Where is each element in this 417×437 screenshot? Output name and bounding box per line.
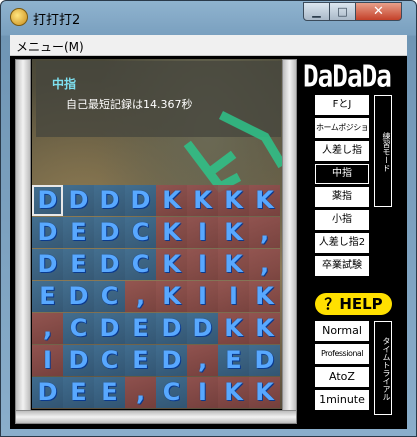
- letter-cell: E: [32, 281, 63, 312]
- letter-cell: D: [32, 217, 63, 248]
- letter-cell: I: [187, 249, 218, 280]
- menu-bar: メニュー(M): [10, 35, 407, 56]
- mode-button[interactable]: 卒業試験: [315, 256, 369, 276]
- letter-cell: ,: [249, 249, 280, 280]
- mode-button[interactable]: 人差し指2: [315, 233, 369, 253]
- letter-cell: D: [63, 185, 94, 216]
- letter-cell: I: [218, 281, 249, 312]
- letter-cell: D: [125, 185, 156, 216]
- mode-button[interactable]: 人差し指: [315, 141, 369, 161]
- help-button[interactable]: ？HELP: [315, 293, 392, 315]
- practice-mode-label: 練習モード: [374, 95, 392, 207]
- letter-cell: D: [32, 377, 63, 408]
- time-trial-button[interactable]: Normal: [315, 321, 369, 341]
- close-button[interactable]: ✕: [355, 2, 402, 21]
- letter-cell: K: [156, 249, 187, 280]
- letter-cell: E: [94, 377, 125, 408]
- letter-cell: K: [218, 313, 249, 344]
- bottom-scrollbar[interactable]: [15, 410, 297, 424]
- letter-cell: K: [249, 281, 280, 312]
- letter-cell: ,: [125, 281, 156, 312]
- letter-cell: K: [249, 185, 280, 216]
- letter-cell: D: [63, 345, 94, 376]
- time-trial-button[interactable]: 1minute: [315, 390, 369, 410]
- letter-cell: K: [187, 185, 218, 216]
- letter-cell: C: [63, 313, 94, 344]
- letter-cell: D: [94, 313, 125, 344]
- letter-cell: C: [125, 217, 156, 248]
- dadada-logo: DaDaDa: [303, 60, 392, 95]
- letter-cell: C: [94, 281, 125, 312]
- current-finger-label: 中指: [52, 77, 77, 91]
- time-trial-list: Normal Professional AtoZ 1minute: [315, 321, 371, 413]
- letter-cell: C: [156, 377, 187, 408]
- letter-cell: K: [218, 249, 249, 280]
- minimize-button[interactable]: ▁: [303, 2, 330, 21]
- letter-cell: K: [156, 217, 187, 248]
- letter-cell: D: [187, 313, 218, 344]
- letter-cell: D: [32, 185, 63, 216]
- title-bar[interactable]: 打打打2 ▁ □ ✕: [1, 1, 416, 35]
- time-trial-label: タイムトライアル: [374, 321, 392, 415]
- letter-cell: D: [94, 185, 125, 216]
- letter-cell: D: [63, 281, 94, 312]
- letter-cell: D: [32, 249, 63, 280]
- left-scrollbar[interactable]: [15, 59, 31, 412]
- app-window: 打打打2 ▁ □ ✕ メニュー(M) 中指 自己最短記録は14.367秒 DDD…: [0, 0, 417, 437]
- letter-cell: I: [187, 217, 218, 248]
- mode-button[interactable]: FとJ: [315, 95, 369, 115]
- letter-cell: E: [125, 345, 156, 376]
- letter-cell: K: [218, 377, 249, 408]
- letter-cell: D: [94, 249, 125, 280]
- time-trial-button[interactable]: Professional: [315, 344, 369, 364]
- time-trial-button[interactable]: AtoZ: [315, 367, 369, 387]
- letter-cell: C: [125, 249, 156, 280]
- letter-cell: I: [187, 281, 218, 312]
- maximize-button[interactable]: □: [329, 2, 356, 21]
- letter-cell: K: [249, 313, 280, 344]
- letter-cell: E: [63, 377, 94, 408]
- letter-cell: ,: [187, 345, 218, 376]
- right-scrollbar[interactable]: [282, 59, 297, 412]
- mode-button[interactable]: ホームポジション: [315, 118, 369, 138]
- letter-cell: I: [32, 345, 63, 376]
- letter-cell: C: [94, 345, 125, 376]
- menu-item-menu[interactable]: メニュー(M): [16, 38, 84, 55]
- maximize-icon: □: [337, 5, 348, 18]
- game-area: 中指 自己最短記録は14.367秒 DDDDKKKKDEDCKIK,DEDCKI…: [32, 59, 282, 409]
- letter-cell: K: [249, 377, 280, 408]
- client-area: 中指 自己最短記録は14.367秒 DDDDKKKKDEDCKIK,DEDCKI…: [10, 56, 407, 429]
- letter-cell: E: [125, 313, 156, 344]
- letter-cell: I: [187, 377, 218, 408]
- letter-cell: K: [218, 217, 249, 248]
- letter-cell: D: [249, 345, 280, 376]
- letter-cell: D: [156, 313, 187, 344]
- window-title: 打打打2: [33, 13, 81, 28]
- close-icon: ✕: [373, 4, 384, 19]
- letter-cell: E: [63, 217, 94, 248]
- minimize-icon: ▁: [312, 5, 321, 18]
- finger-guide-icon: [183, 110, 282, 193]
- mode-button[interactable]: 小指: [315, 210, 369, 230]
- app-icon: [10, 8, 28, 26]
- letter-cell: ,: [249, 217, 280, 248]
- mode-button[interactable]: 中指: [315, 164, 369, 184]
- letter-cell: ,: [125, 377, 156, 408]
- letter-cell: ,: [32, 313, 63, 344]
- letter-cell: D: [156, 345, 187, 376]
- letter-cell: K: [218, 185, 249, 216]
- letter-grid: DDDDKKKKDEDCKIK,DEDCKIK,EDC,KIIK,CDEDDKK…: [32, 185, 282, 409]
- letter-cell: D: [94, 217, 125, 248]
- letter-cell: E: [218, 345, 249, 376]
- letter-cell: E: [63, 249, 94, 280]
- practice-mode-list: FとJ ホームポジション人差し指中指薬指小指人差し指2 卒業試験: [315, 95, 371, 279]
- letter-cell: K: [156, 281, 187, 312]
- letter-cell: K: [156, 185, 187, 216]
- mode-button[interactable]: 薬指: [315, 187, 369, 207]
